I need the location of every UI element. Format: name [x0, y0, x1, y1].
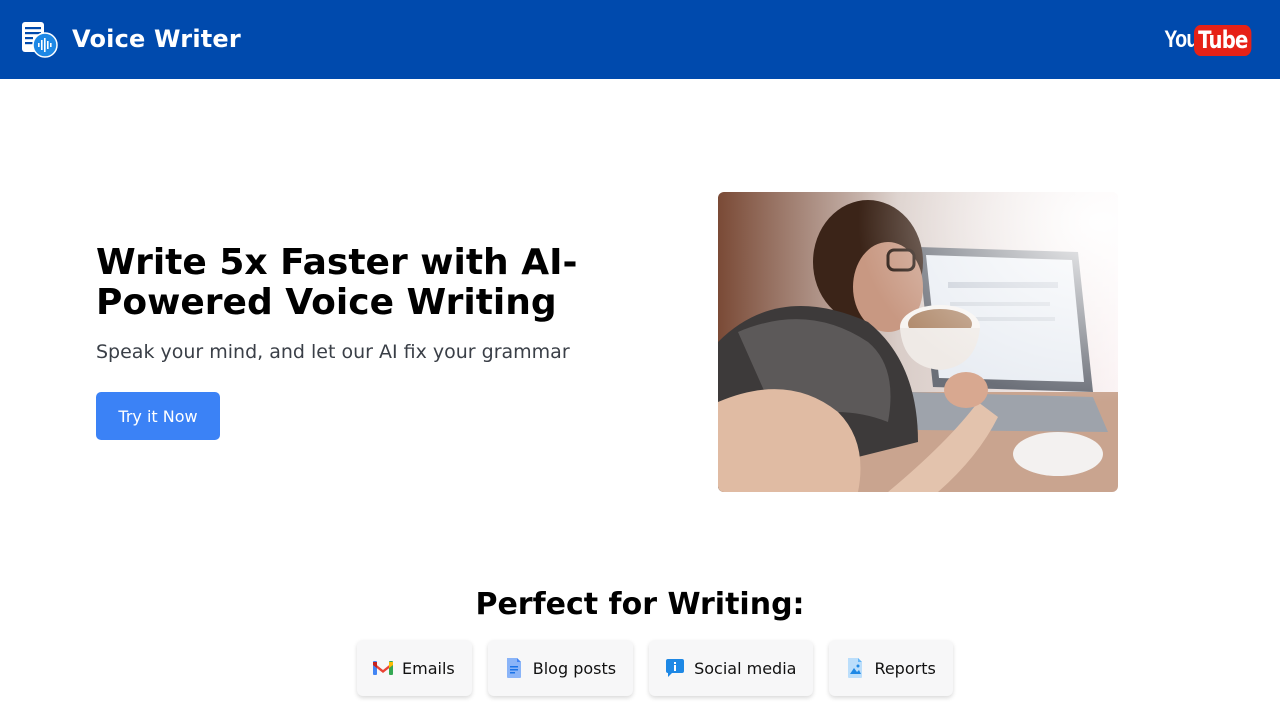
- brand-home-link[interactable]: Voice Writer: [20, 20, 241, 58]
- document-icon: [504, 658, 524, 678]
- use-case-label: Emails: [402, 658, 455, 678]
- voice-writer-logo-icon: [20, 20, 58, 58]
- use-cases-title: Perfect for Writing:: [475, 587, 805, 622]
- youtube-logo-you: You: [1164, 26, 1198, 53]
- youtube-link[interactable]: You Tube: [1157, 24, 1264, 56]
- hero-title: Write 5x Faster with AI-Powered Voice Wr…: [96, 242, 578, 323]
- use-case-blog-posts: Blog posts: [487, 640, 634, 696]
- use-case-list: Emails Blog posts Social media Reports: [357, 640, 953, 696]
- top-navbar: Voice Writer You Tube: [0, 0, 1280, 79]
- try-it-now-button[interactable]: Try it Now: [96, 392, 220, 440]
- use-case-emails: Emails: [357, 640, 472, 696]
- use-case-reports: Reports: [829, 640, 953, 696]
- app-name: Voice Writer: [72, 25, 241, 53]
- hero-subtitle: Speak your mind, and let our AI fix your…: [96, 341, 570, 363]
- hero-image: [718, 192, 1118, 492]
- use-case-label: Blog posts: [532, 658, 617, 678]
- gmail-icon: [373, 658, 393, 678]
- image-icon: [845, 658, 865, 678]
- use-case-label: Social media: [694, 658, 797, 678]
- chat-icon: [665, 658, 685, 678]
- youtube-logo-tube: Tube: [1193, 24, 1252, 56]
- use-case-label: Reports: [874, 658, 936, 678]
- use-case-social-media: Social media: [649, 640, 814, 696]
